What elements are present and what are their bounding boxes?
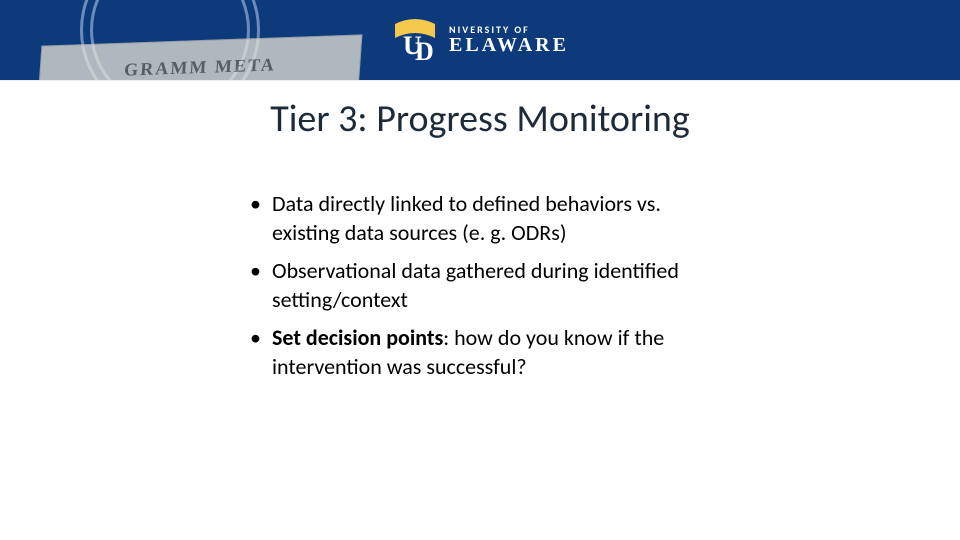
logo-text: NIVERSITY OF ELAWARE [449,25,569,55]
university-logo: U D NIVERSITY OF ELAWARE [391,16,569,64]
bullet-text: Data directly linked to defined behavior… [272,190,661,246]
logo-line2: ELAWARE [449,35,569,55]
list-item: Set decision points: how do you know if … [250,324,690,381]
slide-body: Data directly linked to defined behavior… [250,190,690,392]
svg-text:D: D [415,37,434,64]
list-item: Observational data gathered during ident… [250,257,690,314]
slide-title: Tier 3: Progress Monitoring [0,96,960,142]
header-bar: GRAMM META U D NIVERSITY OF ELAWARE [0,0,960,80]
list-item: Data directly linked to defined behavior… [250,190,690,247]
bullet-text: Observational data gathered during ident… [272,257,679,313]
bullet-bold: Set decision points [272,324,443,351]
ribbon-text: GRAMM META [123,54,276,80]
header-divider [0,80,960,81]
logo-mark-icon: U D [391,16,439,64]
bullet-list: Data directly linked to defined behavior… [250,190,690,382]
slide: GRAMM META U D NIVERSITY OF ELAWARE Tier… [0,0,960,540]
